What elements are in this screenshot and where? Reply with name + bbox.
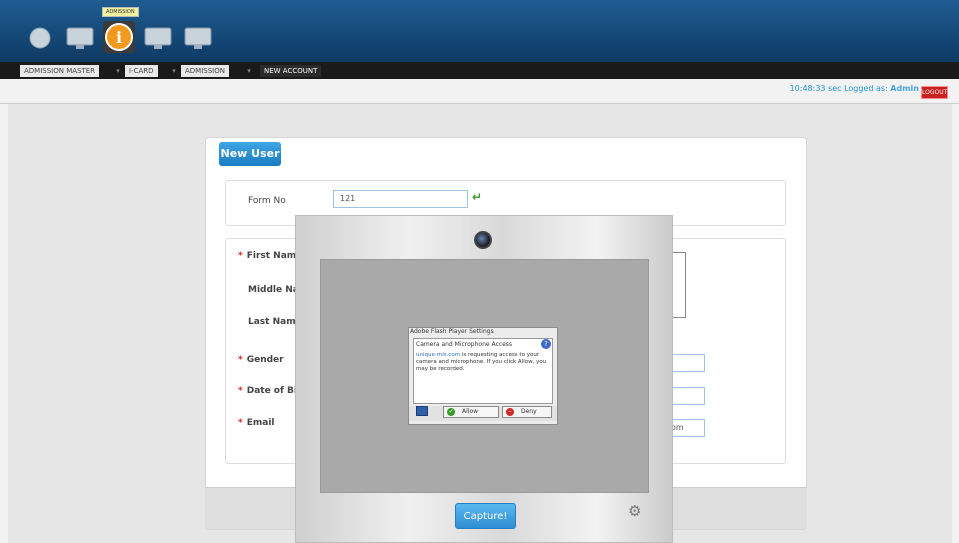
info-icon[interactable]: i xyxy=(102,20,136,54)
flash-settings-monitor-icon[interactable] xyxy=(416,406,428,416)
form-no-label: Form No xyxy=(248,196,286,206)
tab-dropdown-icon[interactable]: ▾ xyxy=(245,65,253,77)
email-label: * Email xyxy=(238,418,275,428)
requesting-domain: unique-mis.com xyxy=(416,352,461,358)
help-icon[interactable]: ? xyxy=(541,339,551,349)
flash-dialog-message: unique-mis.com is requesting access to y… xyxy=(416,352,547,372)
tab-dropdown-icon[interactable]: ▾ xyxy=(114,65,122,77)
gender-label: * Gender xyxy=(238,355,284,365)
tab-dropdown-icon[interactable]: ▾ xyxy=(170,65,178,77)
dob-label: * Date of Bi xyxy=(238,386,297,396)
icon-tooltip: ADMISSION xyxy=(102,7,139,17)
session-time: 10:48:33 sec Logged as: xyxy=(789,84,888,93)
card-title: New User xyxy=(219,142,281,166)
check-icon: ✓ xyxy=(447,408,455,416)
logout-button[interactable]: LOGOUT xyxy=(921,86,948,99)
deny-button[interactable]: – Deny xyxy=(502,406,552,418)
flash-dialog-heading: Camera and Microphone Access xyxy=(416,341,513,348)
tab-icard[interactable]: I-CARD xyxy=(125,65,158,77)
enter-arrow-icon[interactable]: ↵ xyxy=(472,190,482,204)
nav-icon-1[interactable] xyxy=(24,24,56,52)
svg-text:i: i xyxy=(116,28,122,47)
monitor-icon[interactable] xyxy=(182,24,214,52)
tab-admission-master[interactable]: ADMISSION MASTER xyxy=(20,65,100,77)
gear-icon[interactable]: ⚙ xyxy=(628,502,641,520)
form-no-input[interactable]: 121 xyxy=(333,190,468,208)
session-status: 10:48:33 sec Logged as: Admin xyxy=(790,84,919,93)
monitor-icon[interactable] xyxy=(142,24,174,52)
logged-user: Admin xyxy=(890,84,919,93)
capture-button[interactable]: Capture! xyxy=(455,503,516,529)
webcam-icon xyxy=(474,231,492,249)
flash-dialog-title: Adobe Flash Player Settings xyxy=(410,328,494,335)
tab-admission[interactable]: ADMISSION xyxy=(181,65,229,77)
deny-icon: – xyxy=(506,408,514,416)
last-name-label: Last Name xyxy=(248,317,302,327)
tab-new-account[interactable]: NEW ACCOUNT xyxy=(260,65,322,77)
allow-button[interactable]: ✓ Allow xyxy=(443,406,499,418)
monitor-icon[interactable] xyxy=(64,24,96,52)
first-name-label: * First Name xyxy=(238,251,303,261)
